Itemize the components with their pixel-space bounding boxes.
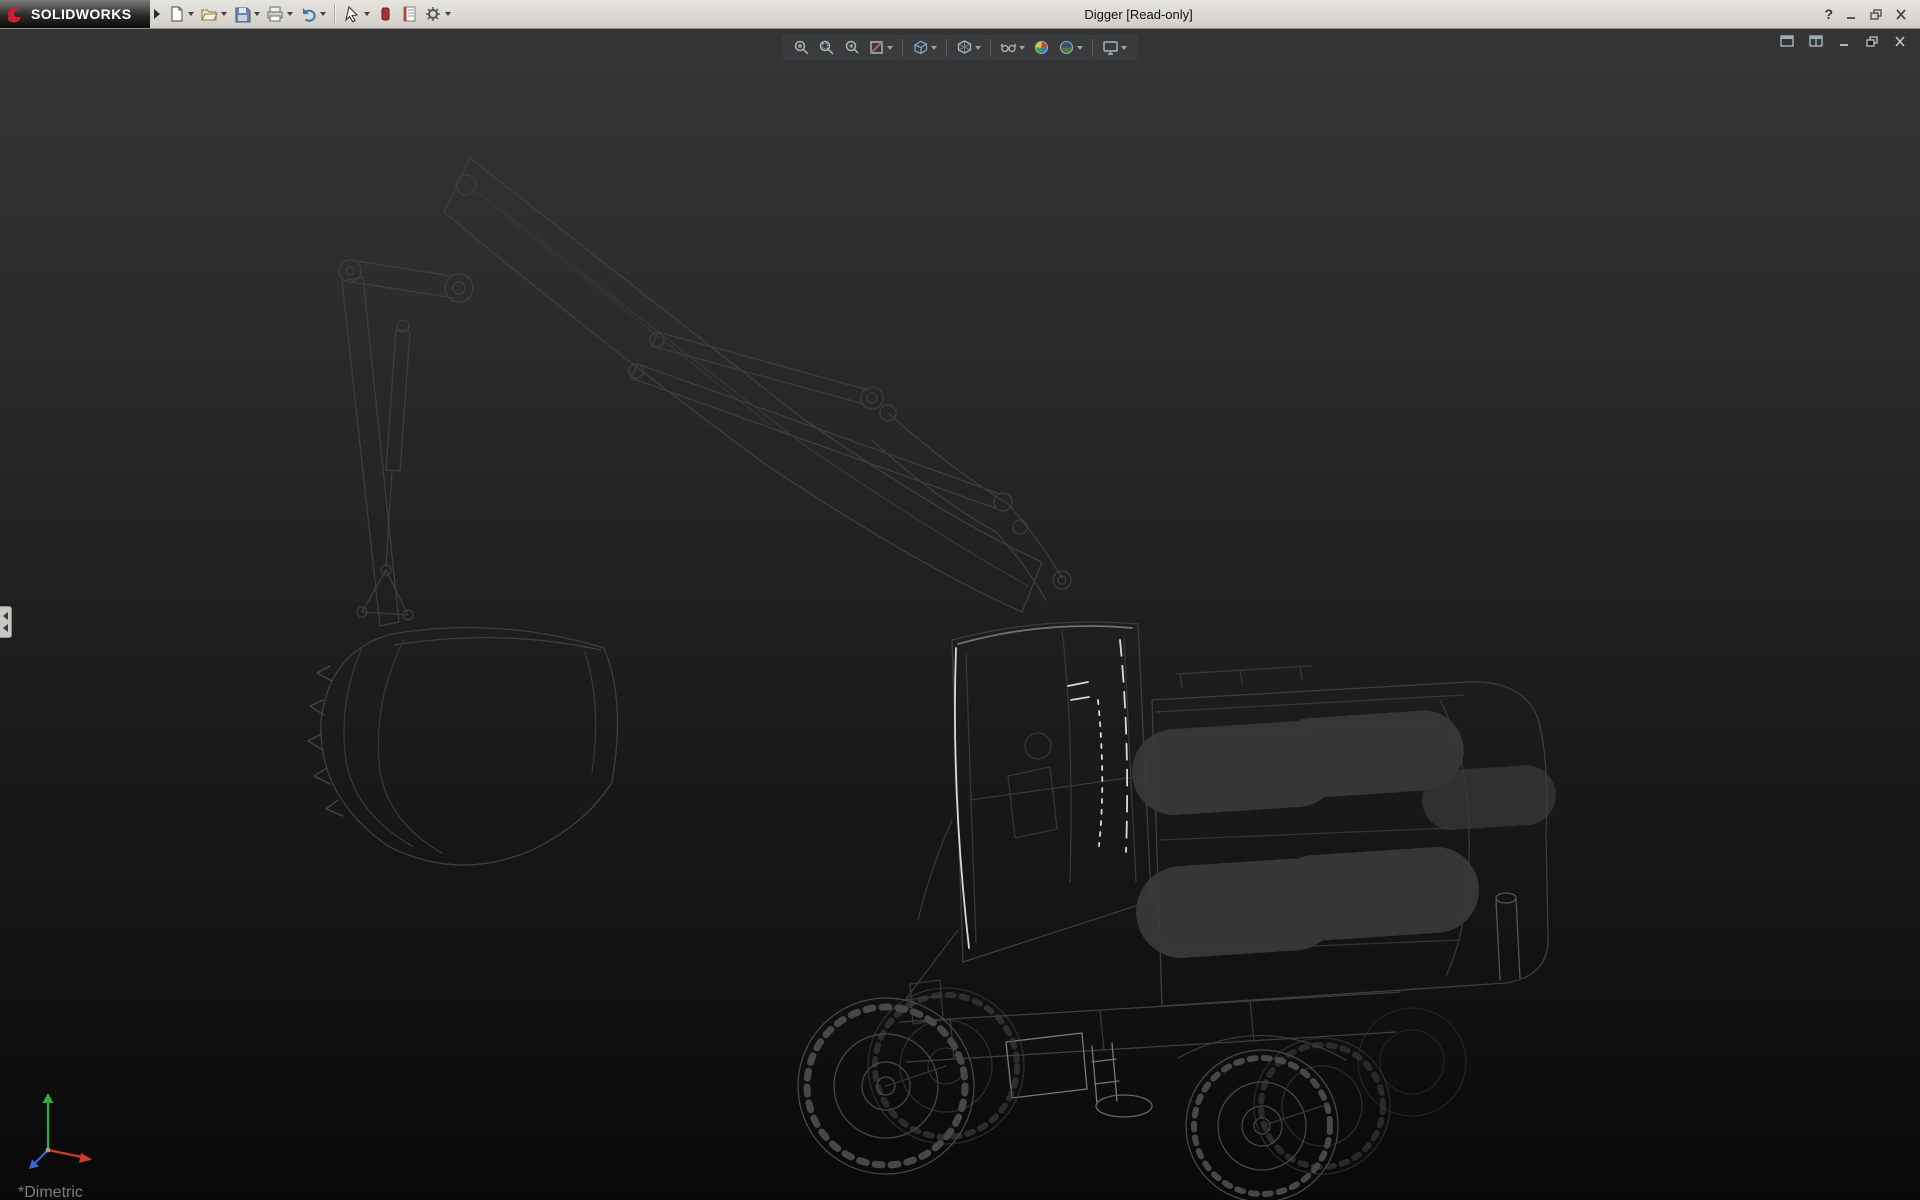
- minimize-button[interactable]: [1845, 9, 1858, 20]
- digger-wireframe-model[interactable]: [0, 28, 1920, 1200]
- window-controls: ?: [1824, 7, 1920, 21]
- feature-manager-collapse-tab[interactable]: [0, 606, 12, 638]
- apply-scene-icon: [1058, 39, 1075, 56]
- document-close-icon: [1894, 36, 1907, 47]
- toolbox-icon: [376, 5, 394, 23]
- undo-icon: [299, 5, 317, 23]
- document-window-controls: [1779, 34, 1908, 48]
- collapse-arrow-icon: [3, 612, 8, 620]
- window-toggle-button[interactable]: [1808, 34, 1824, 48]
- section-view-button[interactable]: [866, 38, 895, 57]
- apply-scene-caret-icon[interactable]: [1077, 46, 1083, 50]
- headsup-separator: [902, 39, 903, 57]
- view-settings-icon: [1102, 39, 1119, 56]
- headsup-separator: [990, 39, 991, 57]
- document-close-button[interactable]: [1893, 35, 1908, 48]
- open-folder-icon: [200, 5, 218, 23]
- undo-caret-icon[interactable]: [320, 12, 326, 16]
- collapse-arrow-icon: [3, 624, 8, 632]
- solidworks-menu[interactable]: SOLIDWORKS: [0, 0, 150, 28]
- restore-button[interactable]: [1870, 9, 1883, 20]
- view-settings-button[interactable]: [1100, 38, 1129, 57]
- headsup-separator: [1092, 39, 1093, 57]
- open-caret-icon[interactable]: [221, 12, 227, 16]
- document-restore-button[interactable]: [1865, 35, 1880, 48]
- hide-show-glasses-icon: [1000, 39, 1017, 56]
- graphics-viewport[interactable]: *Dimetric: [0, 28, 1920, 1200]
- print-button[interactable]: [264, 2, 295, 26]
- solidworks-window: { "window": { "brand": "SOLIDWORKS", "ti…: [0, 0, 1920, 1200]
- zoom-to-area-icon: [818, 39, 835, 56]
- view-settings-caret-icon[interactable]: [1121, 46, 1127, 50]
- apply-scene-button[interactable]: [1056, 38, 1085, 57]
- close-button[interactable]: [1895, 9, 1908, 20]
- previous-view-button[interactable]: [841, 38, 862, 57]
- edit-appearance-button[interactable]: [1031, 38, 1052, 57]
- select-button[interactable]: [341, 2, 372, 26]
- viewport-toggle-icon: [1780, 35, 1794, 47]
- menu-expand-arrow-icon[interactable]: [154, 9, 160, 19]
- zoom-to-fit-icon: [793, 39, 810, 56]
- section-view-icon: [868, 39, 885, 56]
- print-caret-icon[interactable]: [287, 12, 293, 16]
- options-button[interactable]: [422, 2, 453, 26]
- new-document-caret-icon[interactable]: [188, 12, 194, 16]
- design-binder-icon: [400, 5, 418, 23]
- save-icon: [233, 5, 251, 23]
- section-view-caret-icon[interactable]: [887, 46, 893, 50]
- heads-up-view-toolbar: [782, 35, 1138, 60]
- help-button[interactable]: ?: [1824, 7, 1833, 21]
- view-orientation-cube-icon: [912, 39, 929, 56]
- window-toggle-icon: [1809, 35, 1823, 47]
- view-orientation-caret-icon[interactable]: [931, 46, 937, 50]
- hide-show-items-caret-icon[interactable]: [1019, 46, 1025, 50]
- view-orientation-label: *Dimetric: [18, 1184, 83, 1200]
- orientation-triad: [22, 1084, 108, 1176]
- options-caret-icon[interactable]: [445, 12, 451, 16]
- solidworks-logo-icon: [6, 5, 25, 24]
- new-document-button[interactable]: [165, 2, 196, 26]
- document-minimize-icon: [1838, 36, 1851, 47]
- design-binder-button[interactable]: [398, 2, 420, 26]
- viewport-toggle-button[interactable]: [1779, 34, 1795, 48]
- headsup-separator: [946, 39, 947, 57]
- view-orientation-button[interactable]: [910, 38, 939, 57]
- main-toolbar: SOLIDWORKS: [0, 0, 1920, 29]
- display-style-caret-icon[interactable]: [975, 46, 981, 50]
- zoom-to-area-button[interactable]: [816, 38, 837, 57]
- zoom-to-fit-button[interactable]: [791, 38, 812, 57]
- display-style-cube-icon: [956, 39, 973, 56]
- document-minimize-button[interactable]: [1837, 35, 1852, 48]
- select-cursor-icon: [343, 5, 361, 23]
- brand-label: SOLIDWORKS: [31, 6, 131, 22]
- save-button[interactable]: [231, 2, 262, 26]
- print-icon: [266, 5, 284, 23]
- select-caret-icon[interactable]: [364, 12, 370, 16]
- options-gear-icon: [424, 5, 442, 23]
- save-caret-icon[interactable]: [254, 12, 260, 16]
- edit-appearance-ball-icon: [1033, 39, 1050, 56]
- display-style-button[interactable]: [954, 38, 983, 57]
- document-title: Digger [Read-only]: [1084, 7, 1192, 22]
- toolbar-separator: [334, 4, 335, 24]
- hide-show-items-button[interactable]: [998, 38, 1027, 57]
- document-restore-icon: [1866, 36, 1879, 47]
- previous-view-icon: [843, 39, 860, 56]
- new-document-icon: [167, 5, 185, 23]
- toolbox-button[interactable]: [374, 2, 396, 26]
- open-button[interactable]: [198, 2, 229, 26]
- undo-button[interactable]: [297, 2, 328, 26]
